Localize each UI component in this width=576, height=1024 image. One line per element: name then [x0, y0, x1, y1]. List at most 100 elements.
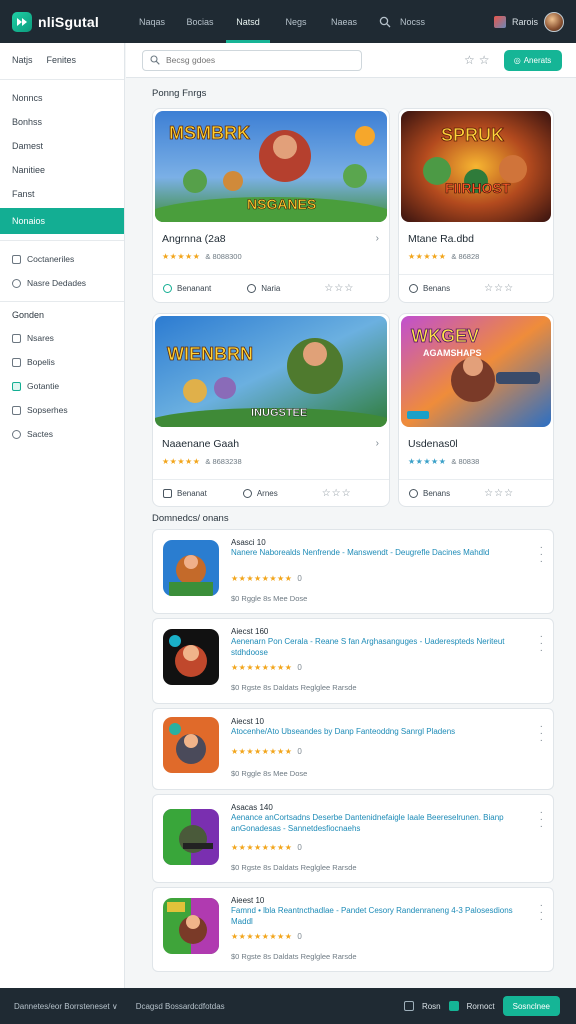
- kebab-menu-icon[interactable]: · · ·: [540, 543, 543, 567]
- nav-item-2[interactable]: Bocias: [176, 0, 224, 43]
- sidebar-item-label: Gotantie: [27, 381, 60, 391]
- box-icon: [12, 333, 21, 343]
- sidebar-link-1[interactable]: Nonncs: [12, 86, 112, 110]
- user-label[interactable]: Rarois: [512, 17, 538, 27]
- nav-item-4[interactable]: Negs: [272, 0, 320, 43]
- sidebar-top-links: Natjs Fenites: [0, 43, 124, 73]
- kebab-menu-icon[interactable]: · · ·: [540, 901, 543, 925]
- action-1[interactable]: Benanant: [163, 283, 212, 293]
- game-thumb: [163, 809, 219, 865]
- sidebar-item-dedades[interactable]: Nasre Dedades: [0, 271, 124, 295]
- sidebar-item-b2[interactable]: Bopelis: [0, 350, 124, 374]
- list-item-meta: $0 Rggle 8s Mee Dose: [231, 594, 308, 603]
- game-art-subtitle: AGAMSHAPS: [423, 348, 482, 358]
- stars-icon: ★★★★★: [408, 252, 447, 261]
- game-card[interactable]: MSMBRK NSGANES Angrnna (2a8 › ★★★★★ & 80…: [152, 108, 390, 303]
- news-link[interactable]: Nocss: [400, 17, 444, 27]
- rating-value: 0: [297, 747, 302, 756]
- avatar[interactable]: [544, 11, 564, 32]
- main-toolbar: ☆☆ ◎ Anerats: [126, 43, 576, 78]
- game-art: SPRUK FIIRHOST: [401, 111, 551, 222]
- nav-item-1[interactable]: Naqas: [128, 0, 176, 43]
- circle-icon: [12, 278, 21, 288]
- footer-mid-link[interactable]: Dcagsd Bossardcdfotdas: [136, 1002, 225, 1011]
- more-icon[interactable]: ›: [376, 233, 379, 244]
- box-icon: [163, 488, 172, 498]
- list-item[interactable]: Aieest 10 Famnd • lbla Reantncthadlae - …: [152, 887, 554, 972]
- more-icon[interactable]: ›: [376, 438, 379, 449]
- footer-label-2[interactable]: Rornoct: [467, 1002, 495, 1011]
- game-art: WIENBRN INUGSTEE: [155, 316, 387, 427]
- rate-stars-icon[interactable]: ☆☆☆: [322, 488, 352, 499]
- nav-item-3[interactable]: Natsd: [224, 0, 272, 43]
- button-icon: ◎: [513, 55, 521, 65]
- search-icon[interactable]: [374, 0, 396, 43]
- sidebar-link-3[interactable]: Damest: [12, 134, 112, 158]
- list-item[interactable]: Aiecst 160 Aenenarn Pon Cerala - Reane S…: [152, 618, 554, 704]
- card-actions: Benans ☆☆☆: [399, 275, 553, 301]
- game-art-title: WIENBRN: [167, 344, 253, 364]
- sidebar-link-2[interactable]: Bonhss: [12, 110, 112, 134]
- kebab-menu-icon[interactable]: · · ·: [540, 632, 543, 656]
- sidebar-link-5[interactable]: Fanst: [12, 182, 112, 206]
- action-1[interactable]: Benans: [409, 488, 450, 498]
- footer-left-link[interactable]: Dannetes/eor Borrsteneset ∨: [0, 1002, 118, 1011]
- game-title: Angrnna (2a8: [162, 233, 226, 245]
- action-1[interactable]: Benanat: [163, 488, 207, 498]
- rating-text: & 80838: [451, 457, 480, 466]
- footer-button-label: Sosnclnee: [512, 1001, 550, 1011]
- action-label: Naria: [261, 283, 281, 293]
- rate-stars-icon[interactable]: ☆☆☆: [324, 283, 354, 294]
- list-item[interactable]: Asasci 10 Nanere Naborealds Nenfrende - …: [152, 529, 554, 614]
- circle-icon: [12, 429, 21, 439]
- sidebar-link-4[interactable]: Nanitiee: [12, 158, 112, 182]
- kebab-menu-icon[interactable]: · · ·: [540, 808, 543, 832]
- brand[interactable]: nliSgutal: [0, 11, 128, 32]
- sidebar-item-contacts[interactable]: Coctaneriles: [0, 247, 124, 271]
- footer-button[interactable]: Sosnclnee: [502, 996, 560, 1016]
- game-card[interactable]: WIENBRN INUGSTEE Naaenane Gaah › ★★★★★ &…: [152, 313, 390, 507]
- search-input[interactable]: [166, 55, 346, 65]
- list-item[interactable]: Asacas 140 Aenance anCortsadns Deserbe D…: [152, 794, 554, 883]
- rating-text: & 8683238: [205, 457, 242, 466]
- sidebar-item-b4[interactable]: Sopserhes: [0, 398, 124, 422]
- list-item-rating: ★★★★★★★★ 0: [231, 843, 302, 852]
- list-item-meta: $0 Rgste 8s Daldats Reglglee Rarsde: [231, 952, 357, 961]
- stars-icon: ★★★★★★★★: [231, 747, 293, 756]
- sidebar-divider: [0, 301, 124, 302]
- action-1[interactable]: Benans: [409, 283, 450, 293]
- rating-value: 0: [297, 574, 302, 583]
- list-item[interactable]: Aiecst 10 Atocenhe/Ato Ubseandes by Danp…: [152, 708, 554, 790]
- search-icon: [150, 55, 160, 65]
- game-thumb: [163, 898, 219, 954]
- list-item-name: Asasci 10: [231, 538, 266, 547]
- sidebar-top-link-2[interactable]: Fenites: [47, 55, 77, 65]
- rate-stars-icon[interactable]: ☆☆☆: [484, 488, 514, 499]
- action-label: Benanant: [177, 283, 212, 293]
- footer: Dannetes/eor Borrsteneset ∨ Dcagsd Bossa…: [0, 988, 576, 1024]
- sidebar-item-b3[interactable]: Gotantie: [0, 374, 124, 398]
- sidebar: Natjs Fenites Nonncs Bonhss Damest Nanit…: [0, 43, 125, 988]
- flag-icon[interactable]: [493, 15, 506, 28]
- game-card[interactable]: WKGEV AGAMSHAPS Usdenas0l ★★★★★ & 80838 …: [398, 313, 554, 507]
- kebab-menu-icon[interactable]: · · ·: [540, 722, 543, 746]
- main-content: ☆☆ ◎ Anerats Ponng Fnrgs MSMBRK NSGANES: [126, 43, 576, 988]
- list-item-meta: $0 Rgste 8s Daldats Reglglee Rarsde: [231, 863, 357, 872]
- sidebar-item-b1[interactable]: Nsares: [0, 326, 124, 350]
- sidebar-item-b5[interactable]: Sactes: [0, 422, 124, 446]
- game-card[interactable]: SPRUK FIIRHOST Mtane Ra.dbd ★★★★★ & 8682…: [398, 108, 554, 303]
- rate-stars-icon[interactable]: ☆☆☆: [484, 283, 514, 294]
- favorites-stars-icon[interactable]: ☆☆: [464, 53, 494, 67]
- action-2[interactable]: Naria: [247, 283, 281, 293]
- card-actions: Benanant Naria ☆☆☆: [153, 275, 389, 301]
- search-field[interactable]: [142, 49, 362, 71]
- sidebar-top-link-1[interactable]: Natjs: [12, 55, 33, 65]
- primary-button[interactable]: ◎ Anerats: [503, 49, 562, 71]
- sidebar-item-label: Coctaneriles: [27, 254, 75, 264]
- action-2[interactable]: Arnes: [242, 488, 278, 498]
- game-thumb: [163, 629, 219, 685]
- sidebar-item-active[interactable]: Nonaios: [0, 208, 124, 234]
- footer-label-1[interactable]: Rosn: [422, 1002, 441, 1011]
- nav-item-5[interactable]: Naeas: [320, 0, 368, 43]
- game-art: MSMBRK NSGANES: [155, 111, 387, 222]
